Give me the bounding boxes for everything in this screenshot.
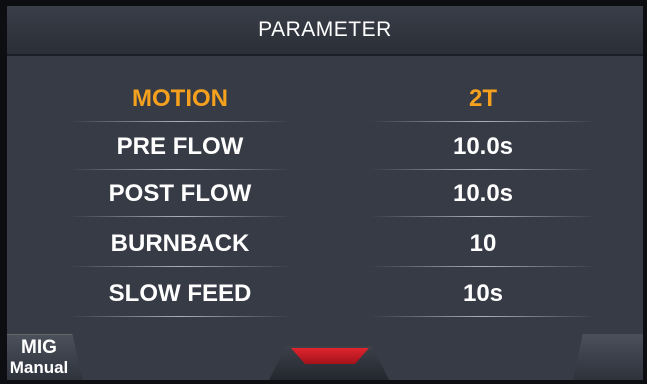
welder-display: PARAMETER MOTION 2T PRE FLOW 10.0s POST … [0,0,647,384]
parameter-value[interactable]: 10s [377,272,589,316]
parameter-label: PRE FLOW [116,133,244,160]
row-divider [370,169,596,170]
parameter-label: MOTION [132,85,228,112]
mode-tab[interactable]: MIG Manual [7,334,83,380]
parameter-row-pre-flow[interactable]: PRE FLOW 10.0s [7,125,643,170]
parameter-row-post-flow[interactable]: POST FLOW 10.0s [7,172,643,217]
row-divider [69,121,291,122]
bottom-bar: MIG Manual [7,334,643,380]
row-divider [69,266,291,267]
row-divider [69,316,291,317]
parameter-row-slow-feed[interactable]: SLOW FEED 10s [7,272,643,317]
mode-type-label: Manual [9,358,69,377]
row-divider [370,121,596,122]
parameter-label: POST FLOW [108,180,252,207]
row-divider [370,316,596,317]
mode-process-label: MIG [21,337,57,358]
parameter-value[interactable]: 10.0s [377,125,589,169]
parameter-value[interactable]: 10.0s [377,172,589,216]
parameter-screen: PARAMETER MOTION 2T PRE FLOW 10.0s POST … [7,6,643,380]
row-divider [370,266,596,267]
parameter-row-burnback[interactable]: BURNBACK 10 [7,222,643,267]
right-tab[interactable] [573,334,643,380]
row-divider [69,216,291,217]
row-divider [370,216,596,217]
page-title: PARAMETER [258,18,392,41]
row-divider [69,169,291,170]
parameter-label: BURNBACK [110,230,250,257]
parameter-value[interactable]: 10 [377,222,589,266]
parameter-row-motion[interactable]: MOTION 2T [7,77,643,122]
parameter-value[interactable]: 2T [377,77,589,121]
title-bar: PARAMETER [7,6,643,56]
parameter-label: SLOW FEED [108,280,252,307]
